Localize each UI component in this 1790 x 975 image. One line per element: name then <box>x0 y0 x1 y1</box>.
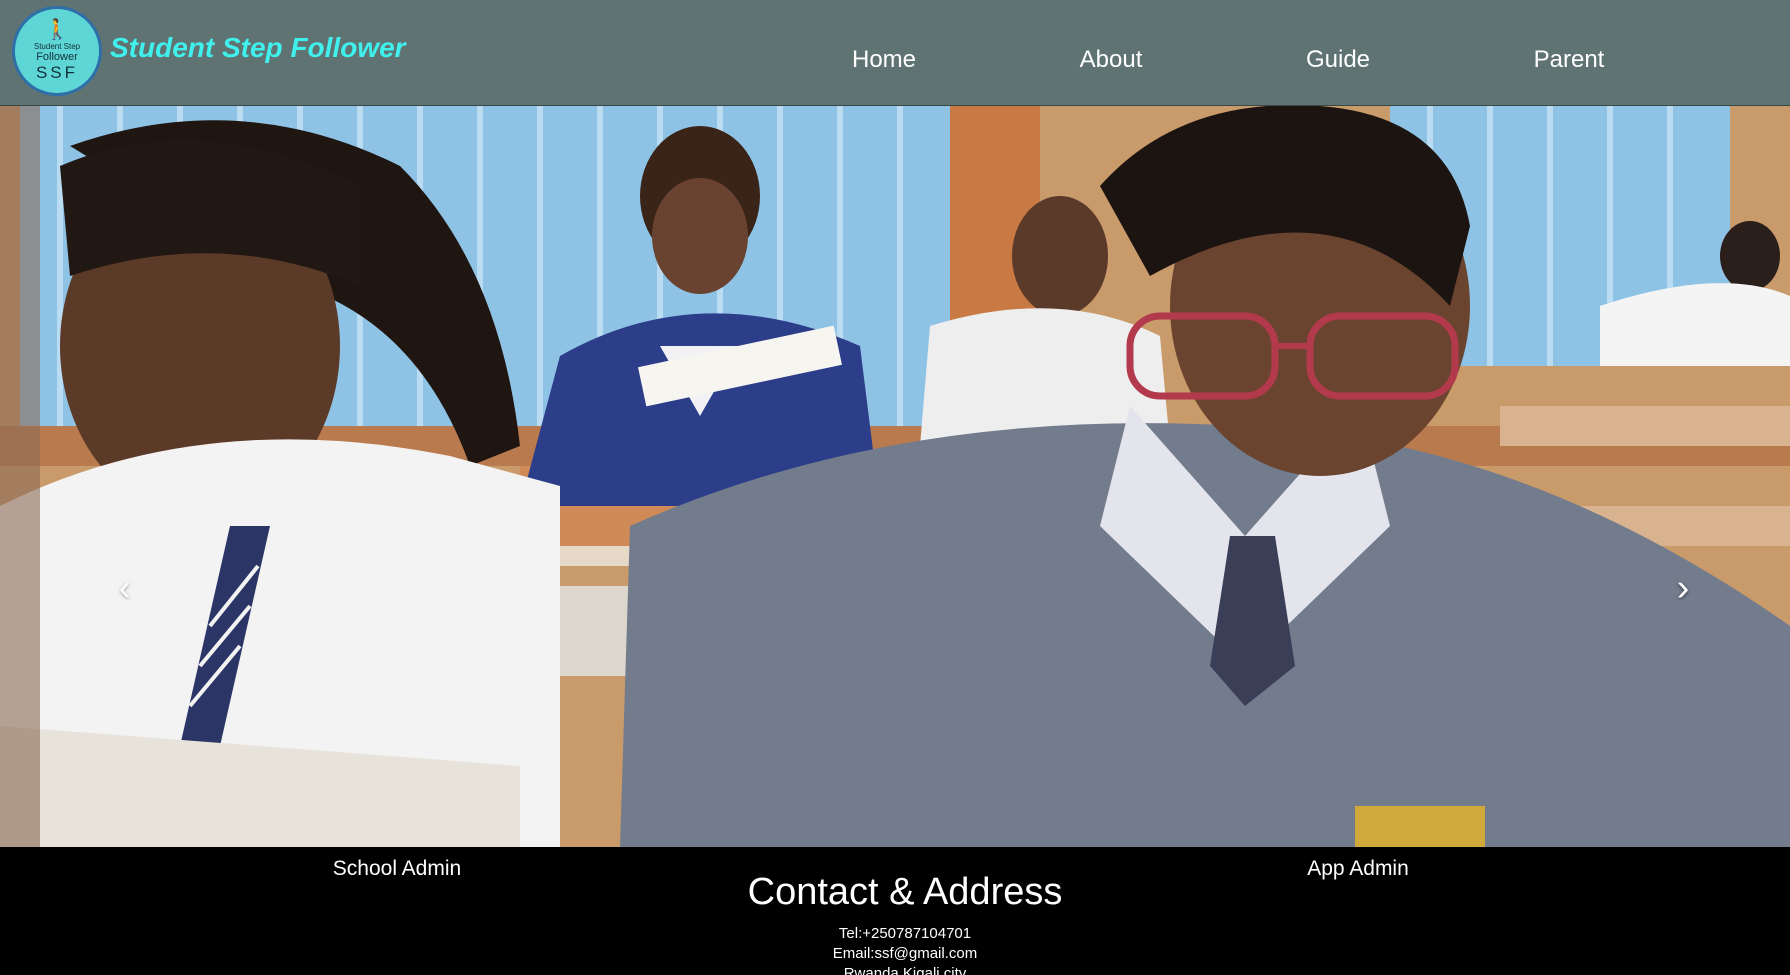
carousel-next-control[interactable]: › <box>1663 568 1703 608</box>
school-admin-link[interactable]: School Admin <box>333 857 461 881</box>
top-navbar: 🚶 Student Step Follower SSF Student Step… <box>0 0 1790 106</box>
classroom-photo <box>0 106 1790 847</box>
app-admin-link[interactable]: App Admin <box>1307 857 1409 881</box>
nav-home-link[interactable]: Home <box>852 46 916 74</box>
walking-figures-icon: 🚶 <box>44 19 70 41</box>
nav-guide-link[interactable]: Guide <box>1306 46 1370 74</box>
footer: School Admin App Admin Contact & Address… <box>0 847 1790 975</box>
carousel-prev-control[interactable]: ‹ <box>105 568 145 608</box>
chevron-right-icon: › <box>1676 567 1690 609</box>
contact-tel: Tel:+250787104701 <box>838 925 972 942</box>
chevron-left-icon: ‹ <box>118 567 132 609</box>
contact-email: Email:ssf@gmail.com <box>832 945 978 962</box>
contact-title: Contact & Address <box>747 871 1063 913</box>
contact-address: Rwanda Kigali city <box>843 965 967 975</box>
nav-about-link[interactable]: About <box>1080 46 1143 74</box>
nav-parent-link[interactable]: Parent <box>1534 46 1605 74</box>
main-nav: Home About Guide Parent <box>0 46 1790 76</box>
hero-carousel[interactable]: ‹ › <box>0 106 1790 847</box>
